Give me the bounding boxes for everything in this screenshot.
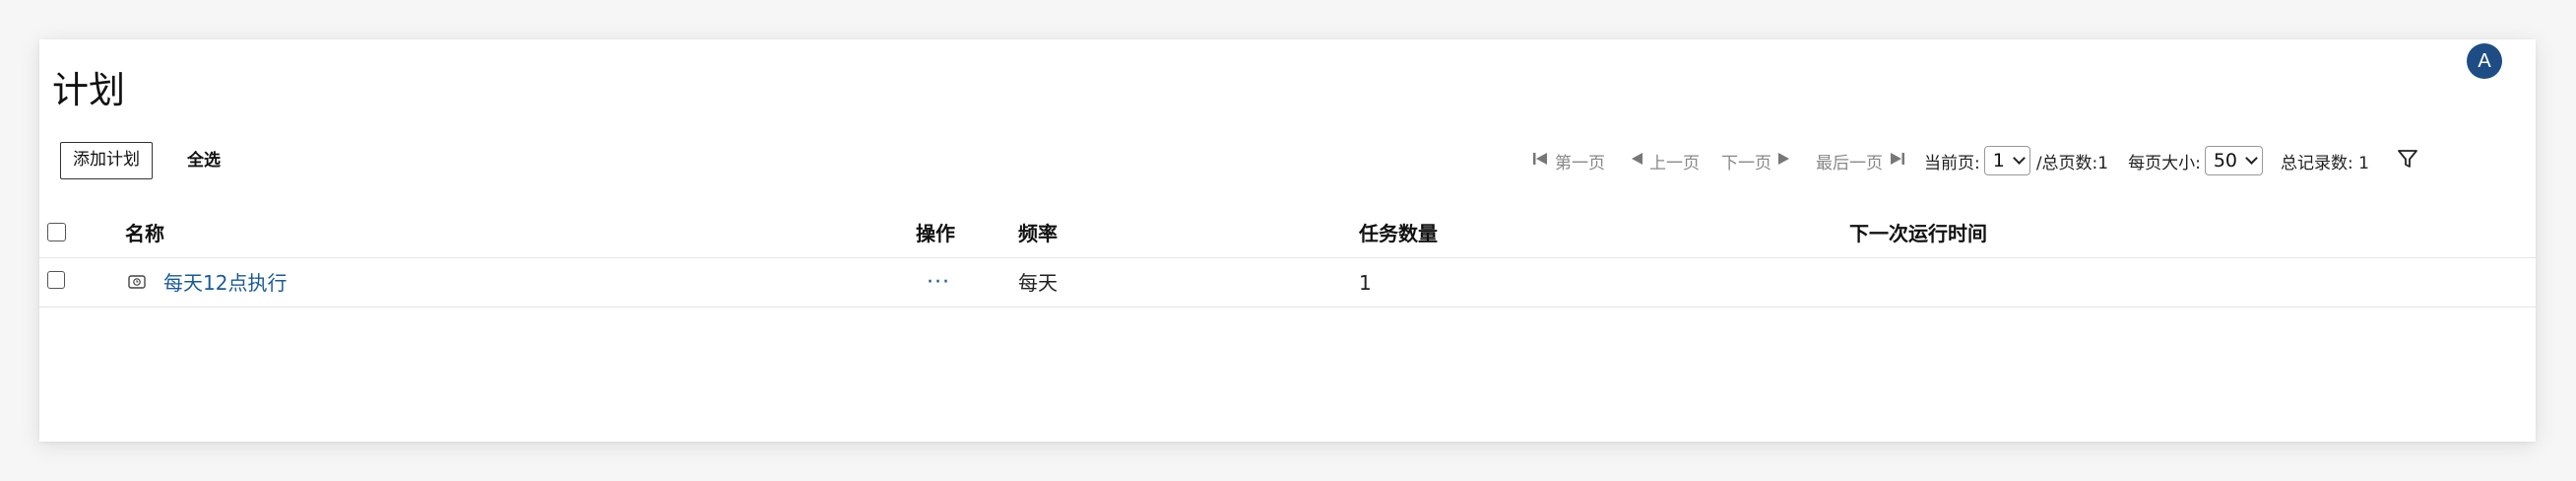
table-row[interactable]: 每天12点执行 ··· 每天 1: [39, 258, 2536, 308]
next-page-label: 下一页: [1721, 153, 1771, 173]
skip-last-icon: [1889, 150, 1906, 172]
prev-page-label: 上一页: [1649, 153, 1700, 173]
total-records-label: 总记录数: 1: [2281, 153, 2369, 173]
column-header-next-run: 下一次运行时间: [1849, 222, 1987, 245]
next-page-link[interactable]: 下一页: [1721, 149, 1792, 173]
row-actions-menu[interactable]: ···: [927, 258, 950, 308]
table-header: 名称 操作 频率 任务数量 下一次运行时间: [39, 209, 2536, 258]
skip-first-icon: [1531, 150, 1549, 172]
page-title: 计划: [52, 69, 125, 111]
chevron-down-icon: [2245, 152, 2258, 165]
current-page-select[interactable]: 1: [1983, 146, 2030, 175]
last-page-label: 最后一页: [1816, 153, 1883, 173]
current-page-label: 当前页:: [1924, 153, 1980, 173]
current-page-value: 1: [1992, 150, 2005, 172]
funnel-icon[interactable]: [2397, 148, 2418, 174]
page-size-select[interactable]: 50: [2204, 146, 2264, 175]
plan-name-link[interactable]: 每天12点执行: [163, 258, 287, 308]
total-pages-label: /总页数:1: [2035, 153, 2109, 173]
schedule-icon: [128, 274, 146, 294]
prev-page-link[interactable]: 上一页: [1629, 149, 1700, 173]
first-page-link[interactable]: 第一页: [1531, 149, 1605, 173]
column-header-frequency: 频率: [1018, 222, 1058, 245]
first-page-label: 第一页: [1555, 153, 1605, 173]
add-plan-button[interactable]: 添加计划: [60, 142, 153, 179]
triangle-left-icon: [1629, 150, 1644, 172]
triangle-right-icon: [1776, 150, 1792, 172]
select-all-button[interactable]: 全选: [187, 142, 221, 179]
row-checkbox[interactable]: [47, 271, 65, 289]
last-page-link[interactable]: 最后一页: [1816, 149, 1906, 173]
page-size-label: 每页大小:: [2128, 153, 2201, 173]
column-header-actions: 操作: [916, 222, 955, 245]
column-header-name: 名称: [125, 222, 164, 245]
pagination-bar: 第一页 上一页 下一页 最后一页 当前页: 1 /总页数:1 每页大小: 50 …: [1531, 144, 2418, 177]
select-all-checkbox[interactable]: [47, 223, 66, 241]
row-frequency: 每天: [1018, 271, 1058, 295]
column-header-task-count: 任务数量: [1359, 222, 1438, 245]
row-task-count: 1: [1359, 271, 1372, 295]
avatar[interactable]: A: [2467, 43, 2502, 79]
plans-table: 名称 操作 频率 任务数量 下一次运行时间 每天12点执行 ··· 每天 1: [39, 209, 2536, 308]
chevron-down-icon: [2012, 152, 2026, 165]
page-size-value: 50: [2213, 150, 2238, 172]
